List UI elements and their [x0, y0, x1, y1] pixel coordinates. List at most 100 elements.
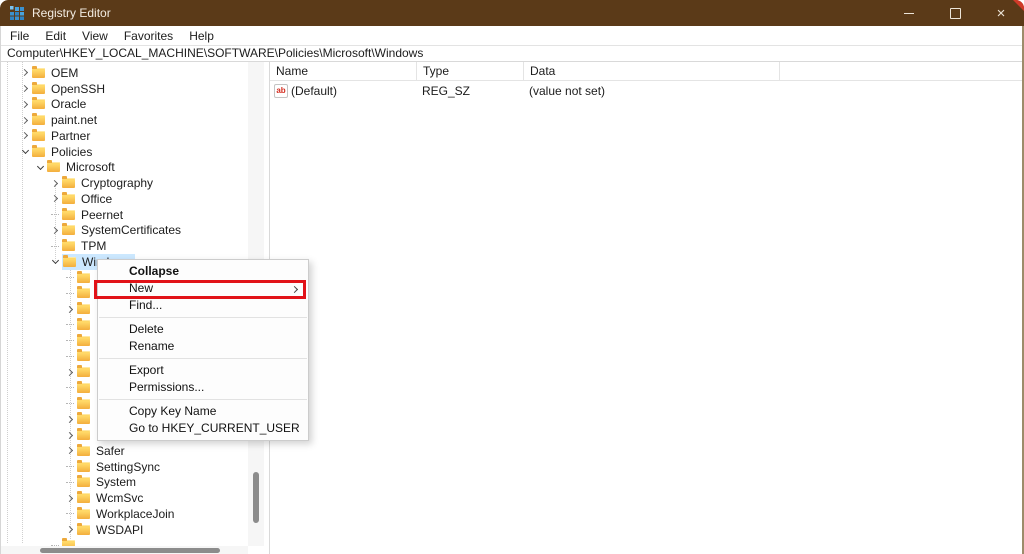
chevron-right-icon[interactable]	[20, 85, 27, 92]
folder-icon	[32, 68, 45, 78]
tree-item-oem[interactable]: OEM	[0, 65, 248, 81]
folder-icon	[32, 147, 45, 157]
tree-connector	[51, 246, 59, 247]
chevron-right-icon[interactable]	[20, 117, 27, 124]
context-menu-new[interactable]: New	[98, 280, 308, 297]
context-menu-rename[interactable]: Rename	[98, 338, 308, 355]
horizontal-scrollbar[interactable]	[0, 546, 248, 554]
menu-separator	[99, 399, 307, 400]
tree-item-wsdapi[interactable]: WSDAPI	[0, 522, 248, 538]
folder-icon	[77, 367, 90, 377]
chevron-right-icon[interactable]	[20, 101, 27, 108]
context-menu-export[interactable]: Export	[98, 362, 308, 379]
chevron-right-icon[interactable]	[65, 432, 72, 439]
red-corner-marker	[1013, 0, 1024, 11]
minimize-button[interactable]	[886, 0, 932, 26]
chevron-down-icon[interactable]	[36, 163, 43, 170]
menu-file[interactable]: File	[2, 29, 37, 43]
tree-connector	[51, 214, 59, 215]
tree-item-microsoft[interactable]: Microsoft	[0, 160, 248, 176]
tree-connector	[66, 482, 74, 483]
value-type: REG_SZ	[417, 84, 524, 98]
folder-icon	[77, 525, 90, 535]
close-icon: ×	[997, 6, 1006, 21]
menu-separator	[99, 317, 307, 318]
tree-item-cryptography[interactable]: Cryptography	[0, 175, 248, 191]
column-header-type[interactable]: Type	[417, 62, 524, 80]
tree-connector	[66, 403, 74, 404]
menu-view[interactable]: View	[74, 29, 116, 43]
chevron-right-icon[interactable]	[65, 526, 72, 533]
value-row-default[interactable]: ab(Default) REG_SZ (value not set)	[270, 83, 1024, 99]
column-header-data[interactable]: Data	[524, 62, 780, 80]
tree-connector	[66, 277, 74, 278]
chevron-right-icon[interactable]	[20, 132, 27, 139]
context-menu-goto-hkcu[interactable]: Go to HKEY_CURRENT_USER	[98, 420, 308, 437]
tree-item-oracle[interactable]: Oracle	[0, 97, 248, 113]
value-name: (Default)	[291, 84, 337, 98]
string-value-icon: ab	[274, 84, 288, 98]
tree-item-policies[interactable]: Policies	[0, 144, 248, 160]
menu-edit[interactable]: Edit	[37, 29, 74, 43]
menu-help[interactable]: Help	[181, 29, 222, 43]
title-bar: Registry Editor ×	[0, 0, 1024, 26]
minimize-icon	[904, 13, 914, 14]
tree-connector	[66, 356, 74, 357]
menu-separator	[99, 358, 307, 359]
chevron-down-icon[interactable]	[51, 257, 58, 264]
folder-icon	[77, 430, 90, 440]
tree-item-peernet[interactable]: Peernet	[0, 207, 248, 223]
chevron-right-icon[interactable]	[20, 69, 27, 76]
folder-icon	[32, 99, 45, 109]
context-menu-find[interactable]: Find...	[98, 297, 308, 314]
menu-favorites[interactable]: Favorites	[116, 29, 181, 43]
vertical-scrollbar-thumb[interactable]	[253, 472, 259, 523]
tree-item-system[interactable]: System	[0, 475, 248, 491]
tree-item-settingsync[interactable]: SettingSync	[0, 459, 248, 475]
tree-item-paintnet[interactable]: paint.net	[0, 112, 248, 128]
address-bar[interactable]: Computer\HKEY_LOCAL_MACHINE\SOFTWARE\Pol…	[0, 46, 1024, 62]
folder-icon	[77, 304, 90, 314]
chevron-right-icon[interactable]	[65, 447, 72, 454]
tree-item-systemcertificates[interactable]: SystemCertificates	[0, 223, 248, 239]
chevron-right-icon[interactable]	[65, 416, 72, 423]
chevron-right-icon[interactable]	[50, 180, 57, 187]
maximize-button[interactable]	[932, 0, 978, 26]
tree-connector	[66, 293, 74, 294]
context-menu-copy-key-name[interactable]: Copy Key Name	[98, 403, 308, 420]
context-menu-delete[interactable]: Delete	[98, 321, 308, 338]
registry-editor-window: Registry Editor × File Edit View Favorit…	[0, 0, 1024, 554]
chevron-right-icon[interactable]	[65, 306, 72, 313]
chevron-right-icon[interactable]	[65, 369, 72, 376]
tree-connector	[66, 340, 74, 341]
folder-icon	[62, 241, 75, 251]
folder-icon	[77, 336, 90, 346]
tree-item-wcmsvc[interactable]: WcmSvc	[0, 490, 248, 506]
folder-icon	[77, 273, 90, 283]
folder-icon	[77, 320, 90, 330]
tree-item-openssh[interactable]: OpenSSH	[0, 81, 248, 97]
folder-icon	[77, 414, 90, 424]
tree-connector	[66, 513, 74, 514]
horizontal-scrollbar-thumb[interactable]	[40, 548, 220, 553]
tree-item-workplacejoin[interactable]: WorkplaceJoin	[0, 506, 248, 522]
folder-icon	[77, 509, 90, 519]
folder-icon	[32, 115, 45, 125]
column-header-name[interactable]: Name	[270, 62, 417, 80]
context-menu-permissions[interactable]: Permissions...	[98, 379, 308, 396]
tree-item-office[interactable]: Office	[0, 191, 248, 207]
tree-item-partner[interactable]: Partner	[0, 128, 248, 144]
submenu-arrow-icon	[291, 285, 298, 292]
folder-icon	[77, 288, 90, 298]
tree-item-safer[interactable]: Safer	[0, 443, 248, 459]
folder-icon	[77, 446, 90, 456]
list-header: Name Type Data	[270, 62, 1024, 81]
folder-icon	[62, 210, 75, 220]
chevron-right-icon[interactable]	[50, 195, 57, 202]
folder-icon	[47, 162, 60, 172]
chevron-down-icon[interactable]	[21, 147, 28, 154]
context-menu-collapse[interactable]: Collapse	[98, 263, 308, 280]
chevron-right-icon[interactable]	[50, 227, 57, 234]
chevron-right-icon[interactable]	[65, 495, 72, 502]
tree-item-tpm[interactable]: TPM	[0, 238, 248, 254]
